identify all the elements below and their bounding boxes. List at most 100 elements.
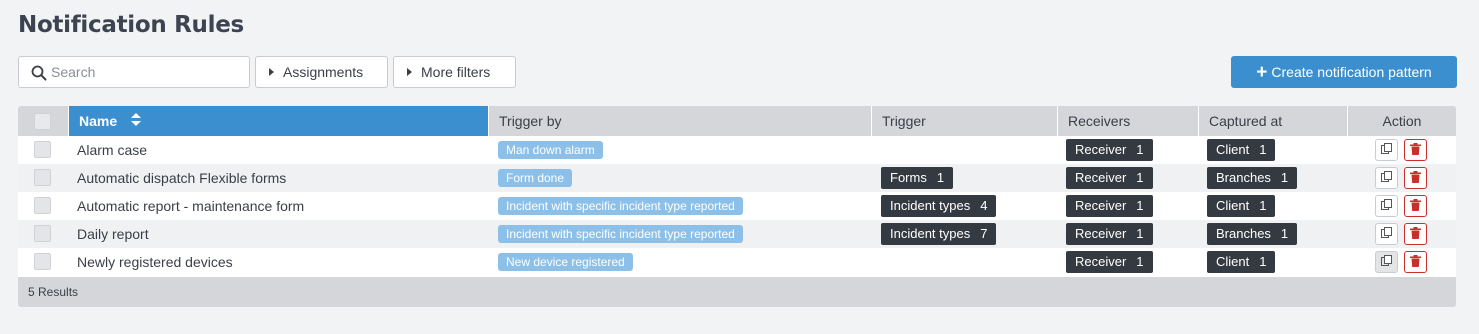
page-title: Notification Rules: [18, 12, 244, 38]
column-header-trigger: Trigger: [871, 106, 1057, 136]
row-checkbox[interactable]: [34, 169, 51, 186]
column-header-name[interactable]: Name: [68, 106, 488, 136]
receivers-badge-label: Receiver: [1075, 226, 1127, 241]
select-all-column: [18, 106, 68, 136]
table-row: Daily report Incident with specific incid…: [18, 220, 1456, 248]
results-count: 5 Results: [18, 277, 1456, 307]
captured-at-badge-count: 1: [1280, 170, 1289, 185]
row-checkbox[interactable]: [34, 141, 51, 158]
receivers-badge: Receiver 1: [1066, 195, 1153, 217]
trigger-by-cell: Incident with specific incident type rep…: [498, 192, 743, 220]
captured-at-badge: Client 1: [1207, 139, 1276, 161]
receivers-badge: Receiver 1: [1066, 139, 1153, 161]
trigger-cell: Incident types 7: [881, 220, 997, 248]
trigger-badge-count: 1: [936, 170, 945, 185]
table-row: Alarm case Man down alarm Receiver 1 Client 1: [18, 136, 1456, 164]
captured-at-badge-count: 1: [1280, 226, 1289, 241]
trigger-by-cell: Incident with specific incident type rep…: [498, 220, 743, 248]
select-all-checkbox[interactable]: [34, 113, 51, 130]
receivers-badge-count: 1: [1136, 198, 1144, 213]
delete-button[interactable]: [1404, 223, 1427, 245]
trigger-badge: Incident types 7: [881, 223, 997, 245]
copy-icon: [1380, 226, 1393, 242]
toolbar: Assignments More filters + Create notifi…: [18, 56, 1457, 88]
trigger-badge-label: Forms: [890, 170, 927, 185]
captured-at-cell: Branches 1: [1207, 220, 1298, 248]
delete-button[interactable]: [1404, 195, 1427, 217]
receivers-cell: Receiver 1: [1066, 192, 1153, 220]
captured-at-cell: Client 1: [1207, 136, 1276, 164]
more-filters-button[interactable]: More filters: [393, 56, 516, 88]
receivers-badge-label: Receiver: [1075, 170, 1127, 185]
table-row: Automatic report - maintenance form Incid…: [18, 192, 1456, 220]
captured-at-badge: Client 1: [1207, 251, 1276, 273]
copy-button[interactable]: [1375, 195, 1398, 217]
more-filters-label: More filters: [421, 64, 491, 80]
copy-button[interactable]: [1375, 223, 1398, 245]
caret-right-icon: [407, 68, 412, 76]
trigger-badge-count: 4: [980, 198, 988, 213]
trash-icon: [1410, 226, 1421, 242]
table-header: Name Trigger by Trigger Receivers Captur…: [18, 106, 1456, 136]
trigger-by-cell: Form done: [498, 164, 573, 192]
captured-at-badge-label: Client: [1216, 198, 1250, 213]
delete-button[interactable]: [1404, 251, 1427, 273]
create-button-label: Create notification pattern: [1271, 64, 1432, 80]
trigger-badge: Incident types 4: [881, 195, 997, 217]
column-header-name-label: Name: [79, 113, 118, 129]
captured-at-badge: Client 1: [1207, 195, 1276, 217]
row-checkbox[interactable]: [34, 225, 51, 242]
trigger-cell: Forms 1: [881, 164, 954, 192]
trigger-by-tag: Incident with specific incident type rep…: [498, 225, 743, 243]
captured-at-badge-count: 1: [1259, 142, 1267, 157]
trigger-by-cell: Man down alarm: [498, 136, 603, 164]
search-box[interactable]: [18, 56, 250, 88]
table-row: Automatic dispatch Flexible forms Form do…: [18, 164, 1456, 192]
row-checkbox[interactable]: [34, 253, 51, 270]
receivers-cell: Receiver 1: [1066, 248, 1153, 276]
trigger-by-tag: Form done: [498, 169, 573, 187]
delete-button[interactable]: [1404, 139, 1427, 161]
trash-icon: [1410, 254, 1421, 270]
rule-name[interactable]: Newly registered devices: [77, 248, 233, 276]
assignments-filter-button[interactable]: Assignments: [255, 56, 388, 88]
create-notification-pattern-button[interactable]: + Create notification pattern: [1231, 56, 1457, 88]
search-input[interactable]: [51, 62, 241, 82]
rule-name[interactable]: Automatic report - maintenance form: [77, 192, 304, 220]
action-cell: [1375, 164, 1433, 192]
sort-icon[interactable]: [131, 113, 142, 127]
captured-at-cell: Client 1: [1207, 192, 1276, 220]
receivers-cell: Receiver 1: [1066, 164, 1153, 192]
rule-name[interactable]: Daily report: [77, 220, 149, 248]
trash-icon: [1410, 142, 1421, 158]
copy-button[interactable]: [1375, 167, 1398, 189]
trigger-badge-count: 7: [980, 226, 988, 241]
rule-name[interactable]: Alarm case: [77, 136, 147, 164]
captured-at-badge: Branches 1: [1207, 223, 1298, 245]
trigger-by-tag: Incident with specific incident type rep…: [498, 197, 743, 215]
assignments-filter-label: Assignments: [283, 64, 364, 80]
column-header-captured-at: Captured at: [1198, 106, 1347, 136]
delete-button[interactable]: [1404, 167, 1427, 189]
copy-icon: [1380, 254, 1393, 270]
rule-name[interactable]: Automatic dispatch Flexible forms: [77, 164, 286, 192]
copy-button[interactable]: [1375, 251, 1398, 273]
captured-at-badge-label: Branches: [1216, 170, 1271, 185]
copy-icon: [1380, 170, 1393, 186]
receivers-cell: Receiver 1: [1066, 220, 1153, 248]
trigger-badge-label: Incident types: [890, 226, 971, 241]
captured-at-badge-count: 1: [1259, 198, 1267, 213]
receivers-badge: Receiver 1: [1066, 167, 1153, 189]
plus-icon: +: [1256, 61, 1268, 83]
row-checkbox[interactable]: [34, 197, 51, 214]
receivers-badge-label: Receiver: [1075, 198, 1127, 213]
action-cell: [1375, 192, 1433, 220]
copy-button[interactable]: [1375, 139, 1398, 161]
trigger-by-tag: New device registered: [498, 253, 633, 271]
captured-at-badge: Branches 1: [1207, 167, 1298, 189]
trigger-badge-label: Incident types: [890, 198, 971, 213]
copy-icon: [1380, 142, 1393, 158]
captured-at-cell: Client 1: [1207, 248, 1276, 276]
trigger-by-cell: New device registered: [498, 248, 633, 276]
trigger-by-tag: Man down alarm: [498, 141, 603, 159]
